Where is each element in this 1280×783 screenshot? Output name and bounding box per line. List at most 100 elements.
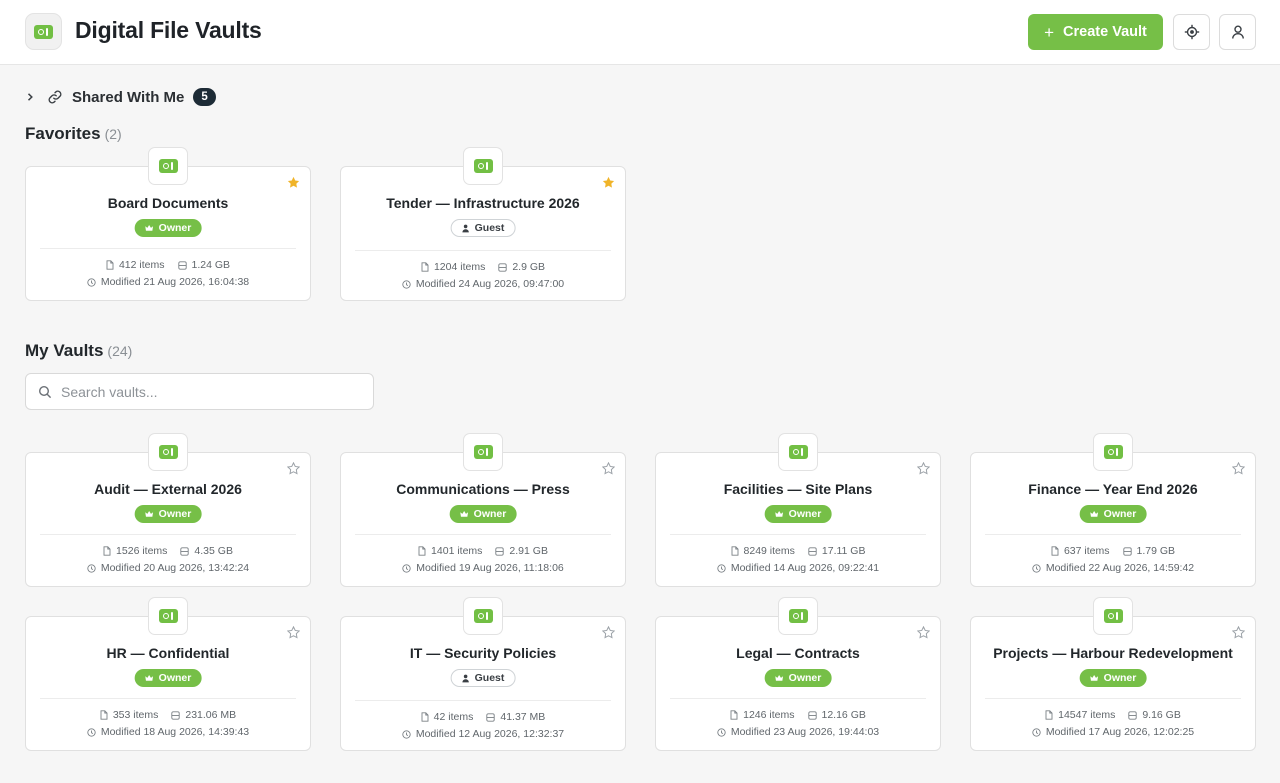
favorite-star-button[interactable] bbox=[601, 625, 616, 644]
locate-button[interactable] bbox=[1173, 14, 1210, 50]
vault-card[interactable]: Legal — Contracts Owner 1246 items 12.16 GB… bbox=[655, 597, 941, 751]
vault-stats: 637 items 1.79 GB bbox=[971, 545, 1255, 557]
favorite-star-button[interactable] bbox=[916, 625, 931, 644]
modified-text: Modified 14 Aug 2026, 09:22:41 bbox=[730, 562, 880, 574]
file-icon bbox=[1045, 710, 1053, 720]
role-label: Guest bbox=[474, 672, 505, 684]
modified-date: Modified 24 Aug 2026, 09:47:00 bbox=[341, 278, 625, 290]
card-divider bbox=[670, 534, 926, 535]
database-icon bbox=[807, 710, 817, 720]
star-icon bbox=[1231, 625, 1246, 644]
vault-card[interactable]: Board Documents Owner 412 items 1.24 GB Modi… bbox=[25, 147, 311, 301]
modified-text: Modified 20 Aug 2026, 13:42:24 bbox=[100, 562, 250, 574]
role-badge: Owner bbox=[764, 669, 832, 687]
vault-icon bbox=[1103, 609, 1123, 623]
vault-card[interactable]: IT — Security Policies Guest 42 items 41.37… bbox=[340, 597, 626, 751]
vault-icon bbox=[1103, 445, 1123, 459]
vault-icon bbox=[473, 159, 493, 173]
file-icon bbox=[1051, 546, 1059, 556]
clock-icon bbox=[87, 277, 96, 287]
favorite-star-button[interactable] bbox=[286, 625, 301, 644]
vault-size-text: 1.79 GB bbox=[1136, 545, 1176, 557]
item-count: 1204 items bbox=[421, 261, 485, 273]
vault-size-text: 41.37 MB bbox=[500, 711, 546, 723]
my-vaults-count: (24) bbox=[107, 343, 133, 359]
vault-card[interactable]: Projects — Harbour Redevelopment Owner 145… bbox=[970, 597, 1256, 751]
file-icon bbox=[730, 710, 738, 720]
vault-name: Facilities — Site Plans bbox=[723, 481, 873, 497]
vault-badge bbox=[463, 597, 503, 635]
search-input[interactable] bbox=[61, 383, 351, 400]
vault-icon bbox=[34, 24, 53, 39]
crown-icon bbox=[775, 674, 784, 682]
database-icon bbox=[495, 546, 505, 556]
vault-stats: 1204 items 2.9 GB bbox=[341, 261, 625, 273]
vault-stats: 8249 items 17.11 GB bbox=[656, 545, 940, 557]
search-icon bbox=[38, 385, 52, 398]
item-count-text: 353 items bbox=[112, 709, 159, 721]
favorite-star-button[interactable] bbox=[286, 461, 301, 480]
card-divider bbox=[985, 534, 1241, 535]
link-icon bbox=[47, 89, 63, 105]
favorite-star-button[interactable] bbox=[601, 461, 616, 480]
chevron-right-icon bbox=[25, 92, 37, 102]
role-label: Guest bbox=[474, 222, 505, 234]
page-title: Digital File Vaults bbox=[75, 17, 262, 43]
vault-size: 2.9 GB bbox=[498, 261, 545, 273]
item-count: 412 items bbox=[106, 259, 165, 271]
vault-name: Communications — Press bbox=[396, 481, 570, 497]
favorite-star-button[interactable] bbox=[287, 176, 300, 194]
star-icon bbox=[286, 461, 301, 480]
vault-size: 12.16 GB bbox=[807, 709, 866, 721]
clock-icon bbox=[402, 563, 411, 573]
clock-icon bbox=[402, 279, 411, 289]
vault-stats: 42 items 41.37 MB bbox=[341, 711, 625, 723]
search-box[interactable] bbox=[25, 373, 374, 410]
vault-size-text: 231.06 MB bbox=[185, 709, 237, 721]
role-label: Owner bbox=[158, 222, 192, 234]
vault-size: 1.24 GB bbox=[177, 259, 231, 271]
vault-badge bbox=[463, 433, 503, 471]
card-divider bbox=[40, 698, 296, 699]
vault-card[interactable]: HR — Confidential Owner 353 items 231.06 MB… bbox=[25, 597, 311, 751]
shared-with-me-toggle[interactable]: Shared With Me 5 bbox=[25, 86, 216, 108]
file-icon bbox=[421, 712, 429, 722]
vault-size-text: 9.16 GB bbox=[1142, 709, 1181, 721]
vault-name: Legal — Contracts bbox=[736, 645, 860, 661]
vault-size-text: 4.35 GB bbox=[194, 545, 233, 557]
vault-name: HR — Confidential bbox=[106, 645, 230, 661]
modified-text: Modified 24 Aug 2026, 09:47:00 bbox=[415, 278, 565, 290]
vault-size: 4.35 GB bbox=[180, 545, 233, 557]
modified-date: Modified 18 Aug 2026, 14:39:43 bbox=[26, 726, 310, 738]
user-menu-button[interactable] bbox=[1219, 14, 1256, 50]
favorite-star-button[interactable] bbox=[916, 461, 931, 480]
role-badge: Owner bbox=[134, 505, 202, 523]
database-icon bbox=[808, 546, 817, 556]
vault-size: 17.11 GB bbox=[808, 545, 865, 557]
favorite-star-button[interactable] bbox=[1231, 625, 1246, 644]
modified-text: Modified 22 Aug 2026, 14:59:42 bbox=[1045, 562, 1195, 574]
vault-size-text: 1.24 GB bbox=[191, 259, 231, 271]
vault-size: 9.16 GB bbox=[1128, 709, 1181, 721]
vault-card[interactable]: Facilities — Site Plans Owner 8249 items 17… bbox=[655, 433, 941, 587]
vault-card[interactable]: Communications — Press Owner 1401 items 2.9… bbox=[340, 433, 626, 587]
vault-badge bbox=[148, 147, 188, 185]
vault-size: 2.91 GB bbox=[495, 545, 548, 557]
vault-card[interactable]: Tender — Infrastructure 2026 Guest 1204 it… bbox=[340, 147, 626, 301]
vault-badge bbox=[148, 433, 188, 471]
vault-card[interactable]: Finance — Year End 2026 Owner 637 items 1.7… bbox=[970, 433, 1256, 587]
modified-date: Modified 20 Aug 2026, 13:42:24 bbox=[26, 562, 310, 574]
create-vault-button[interactable]: + Create Vault bbox=[1028, 14, 1163, 50]
role-badge: Owner bbox=[134, 669, 202, 687]
crown-icon bbox=[460, 510, 469, 518]
vault-card[interactable]: Audit — External 2026 Owner 1526 items 4.35… bbox=[25, 433, 311, 587]
vault-stats: 1401 items 2.91 GB bbox=[341, 545, 625, 557]
vault-icon bbox=[788, 445, 808, 459]
item-count-text: 412 items bbox=[118, 259, 165, 271]
favorite-star-button[interactable] bbox=[1231, 461, 1246, 480]
vault-name: IT — Security Policies bbox=[409, 645, 557, 661]
clock-icon bbox=[87, 563, 96, 573]
star-icon bbox=[1231, 461, 1246, 480]
favorite-star-button[interactable] bbox=[602, 176, 615, 194]
role-label: Owner bbox=[158, 672, 192, 684]
